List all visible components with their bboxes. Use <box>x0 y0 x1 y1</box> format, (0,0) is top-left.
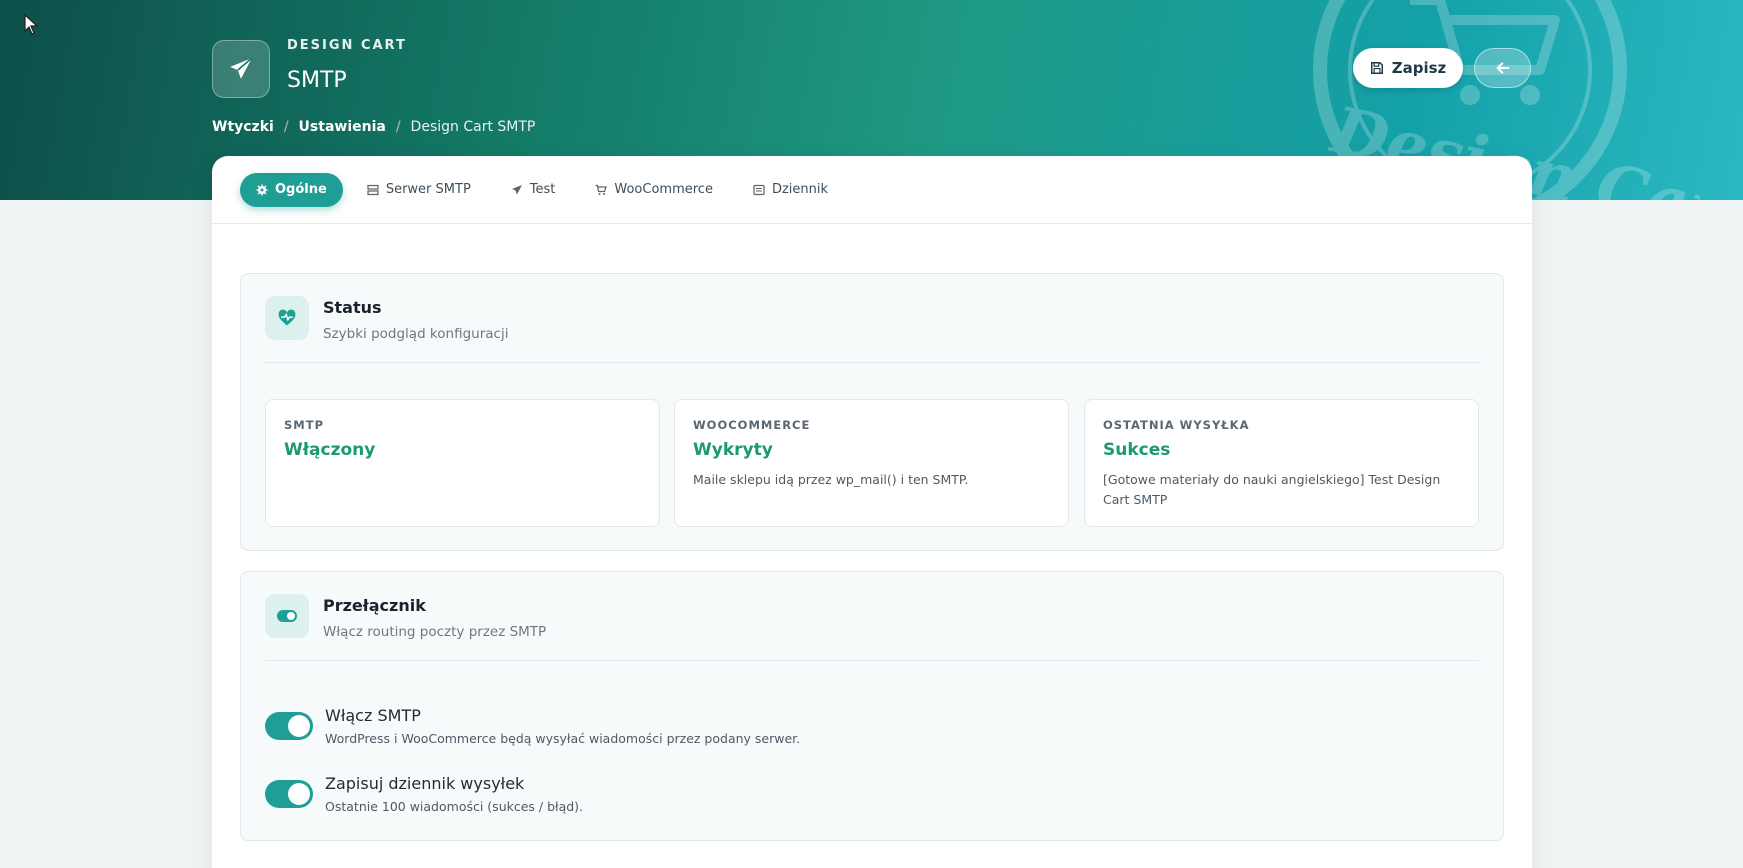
floppy-disk-icon <box>1370 62 1383 74</box>
section-icon <box>265 594 309 638</box>
back-button[interactable] <box>1474 48 1531 88</box>
tab-label: Test <box>529 182 556 197</box>
paper-plane-icon <box>511 184 522 194</box>
tab-label: Serwer SMTP <box>385 182 471 197</box>
status-card-value: Sukces <box>1103 440 1171 460</box>
server-icon <box>367 184 379 195</box>
switch-section: Przełącznik Włącz routing poczty przez S… <box>240 571 1504 841</box>
brand-kicker: DESIGN CART <box>287 38 407 53</box>
brand-logo <box>212 40 270 98</box>
status-card-label: OSTATNIA WYSYŁKA <box>1103 418 1250 432</box>
heart-pulse-icon <box>278 309 296 326</box>
tab-label: WooCommerce <box>614 182 713 197</box>
toggle-icon <box>277 610 297 622</box>
status-card-last-send: OSTATNIA WYSYŁKA Sukces [Gotowe materiał… <box>1084 399 1479 527</box>
status-card-value: Włączony <box>284 440 376 460</box>
section-title: Status <box>323 298 382 317</box>
save-log-toggle[interactable] <box>265 780 313 808</box>
tab-label: Dziennik <box>771 182 829 197</box>
status-section: Status Szybki podgląd konfiguracji SMTP … <box>240 273 1504 551</box>
breadcrumb-separator: / <box>283 119 289 135</box>
tab-test[interactable]: Test <box>495 173 572 207</box>
status-card-value: Wykryty <box>693 440 773 460</box>
status-card-label: SMTP <box>284 418 324 432</box>
enable-smtp-toggle[interactable] <box>265 712 313 740</box>
settings-card: Ogólne Serwer SMTP Test WooCommerce Dzie… <box>212 156 1532 868</box>
toggle-label: Zapisuj dziennik wysyłek <box>325 774 525 793</box>
status-card-label: WOOCOMMERCE <box>693 418 811 432</box>
toggle-row-enable-smtp: Włącz SMTP WordPress i WooCommerce będą … <box>265 706 800 746</box>
toggle-description: WordPress i WooCommerce będą wysyłać wia… <box>325 731 801 746</box>
tab-bar: Ogólne Serwer SMTP Test WooCommerce Dzie… <box>212 156 1532 224</box>
list-icon <box>753 184 765 195</box>
save-button-label: Zapisz <box>1391 59 1447 77</box>
breadcrumb-current: Design Cart SMTP <box>410 119 536 135</box>
tab-log[interactable]: Dziennik <box>737 173 844 207</box>
section-subtitle: Włącz routing poczty przez SMTP <box>323 624 547 640</box>
toggle-label: Włącz SMTP <box>325 706 421 725</box>
status-card-description: [Gotowe materiały do nauki angielskiego]… <box>1103 472 1441 507</box>
tab-smtp-server[interactable]: Serwer SMTP <box>351 173 487 207</box>
cart-icon <box>595 184 608 195</box>
page-title: SMTP <box>287 68 347 93</box>
divider <box>265 362 1479 363</box>
toggle-description: Ostatnie 100 wiadomości (sukces / błąd). <box>325 799 584 814</box>
status-card-smtp: SMTP Włączony <box>265 399 660 527</box>
paper-plane-icon <box>230 57 253 79</box>
mouse-cursor-icon <box>24 14 39 35</box>
breadcrumb: Wtyczki / Ustawienia / Design Cart SMTP <box>212 119 535 135</box>
status-card-woocommerce: WOOCOMMERCE Wykryty Maile sklepu idą prz… <box>674 399 1069 527</box>
breadcrumb-separator: / <box>395 119 401 135</box>
gear-icon <box>256 184 268 195</box>
tab-label: Ogólne <box>275 182 327 197</box>
tab-general[interactable]: Ogólne <box>240 172 343 207</box>
breadcrumb-link-plugins[interactable]: Wtyczki <box>212 119 274 135</box>
save-button[interactable]: Zapisz <box>1353 48 1463 88</box>
tab-woocommerce[interactable]: WooCommerce <box>579 173 729 207</box>
section-title: Przełącznik <box>323 596 426 615</box>
breadcrumb-link-settings[interactable]: Ustawienia <box>299 119 386 135</box>
section-icon <box>265 296 309 340</box>
divider <box>265 660 1479 661</box>
section-subtitle: Szybki podgląd konfiguracji <box>323 326 509 342</box>
status-card-description: Maile sklepu idą przez wp_mail() i ten S… <box>693 472 969 487</box>
arrow-left-icon <box>1496 62 1509 74</box>
toggle-row-log: Zapisuj dziennik wysyłek Ostatnie 100 wi… <box>265 774 583 814</box>
